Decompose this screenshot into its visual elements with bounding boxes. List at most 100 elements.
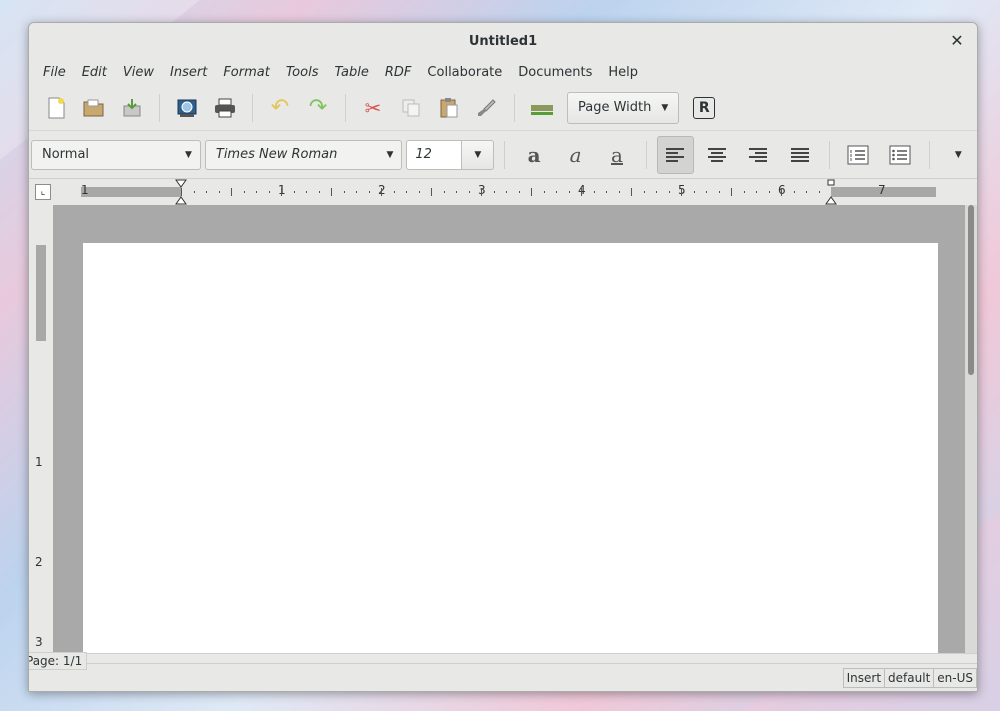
new-button[interactable] xyxy=(39,91,73,125)
menu-file[interactable]: File xyxy=(35,62,74,83)
document-page[interactable] xyxy=(83,243,938,653)
ruler-tick xyxy=(218,191,220,193)
ruler-tick xyxy=(368,191,370,193)
menu-tools[interactable]: Tools xyxy=(278,62,327,83)
align-center-button[interactable] xyxy=(698,136,735,174)
toolbar-overflow-button[interactable]: ▼ xyxy=(940,136,977,174)
ruler-tick xyxy=(581,188,582,196)
style-value: Normal xyxy=(42,147,90,162)
horizontal-ruler-row: ⌞ 1 1 2 3 4 5 6 7 xyxy=(29,179,977,205)
vertical-scrollbar[interactable] xyxy=(965,205,977,653)
ruler-tick xyxy=(593,191,595,193)
numbered-list-button[interactable] xyxy=(840,136,877,174)
zoom-value: Page Width xyxy=(578,100,652,115)
right-indent-marker[interactable] xyxy=(825,179,837,205)
format-painter-button[interactable] xyxy=(470,91,504,125)
font-size-select[interactable]: 12 ▼ xyxy=(406,139,495,170)
ruler-tick xyxy=(231,188,232,196)
format-toolbar: Normal ▼ Times New Roman ▼ 12 ▼ a a a ▼ xyxy=(29,131,977,179)
language-status: en-US xyxy=(933,668,977,688)
ruler-tick xyxy=(306,191,307,193)
horizontal-scrollbar[interactable] xyxy=(29,653,977,663)
ruler-tick xyxy=(293,191,295,193)
save-icon xyxy=(123,98,141,116)
copy-button[interactable] xyxy=(394,91,428,125)
ruler-tick xyxy=(456,191,457,193)
ruler-tick xyxy=(756,191,757,193)
scrollbar-thumb[interactable] xyxy=(968,205,974,375)
underline-button[interactable]: a xyxy=(598,136,635,174)
font-size-input[interactable]: 12 xyxy=(406,139,463,170)
tab-stop-selector[interactable]: ⌞ xyxy=(35,184,51,200)
ruler-tick xyxy=(481,188,482,196)
ruler-tick xyxy=(493,191,495,193)
vertical-ruler[interactable]: 1 2 3 xyxy=(29,205,53,653)
ruler-tick xyxy=(393,191,395,193)
ruler-label: 7 xyxy=(878,183,886,197)
copy-icon xyxy=(402,99,420,116)
ruler-tick xyxy=(193,191,195,193)
align-right-button[interactable] xyxy=(740,136,777,174)
rdf-icon[interactable]: R xyxy=(693,96,716,119)
ruler-tick xyxy=(693,191,695,193)
align-right-icon xyxy=(749,147,768,162)
ruler-tick xyxy=(743,191,745,193)
menu-rdf[interactable]: RDF xyxy=(377,62,420,83)
close-button[interactable]: ✕ xyxy=(947,31,967,51)
document-workspace xyxy=(29,205,977,653)
horizontal-ruler[interactable]: 1 1 2 3 4 5 6 7 xyxy=(81,179,939,205)
menu-help[interactable]: Help xyxy=(600,62,646,83)
toolbar-separator xyxy=(345,93,346,122)
menubar: File Edit View Insert Format Tools Table… xyxy=(29,59,977,85)
ruler-tick xyxy=(506,191,507,193)
main-toolbar: ↶ ↷ ✂ Page Width ▼ R xyxy=(29,85,977,131)
print-preview-button[interactable] xyxy=(170,91,204,125)
ruler-tick xyxy=(406,191,407,193)
cut-button[interactable]: ✂ xyxy=(356,91,390,125)
ruler-tick xyxy=(668,191,670,193)
redo-icon: ↷ xyxy=(308,95,328,120)
ruler-tick xyxy=(281,188,282,196)
ruler-tick xyxy=(381,188,382,196)
menu-table[interactable]: Table xyxy=(326,62,376,83)
ruler-tick xyxy=(731,188,732,196)
undo-button[interactable]: ↶ xyxy=(263,91,297,125)
bulleted-list-button[interactable] xyxy=(881,136,918,174)
menu-collaborate[interactable]: Collaborate xyxy=(419,62,510,83)
open-button[interactable] xyxy=(77,91,111,125)
font-select[interactable]: Times New Roman ▼ xyxy=(204,139,403,170)
ruler-label: 1 xyxy=(81,183,89,197)
menu-edit[interactable]: Edit xyxy=(74,62,115,83)
align-center-icon xyxy=(707,147,726,162)
spellcheck-button[interactable] xyxy=(525,91,559,125)
printer-icon xyxy=(215,98,235,117)
style-select[interactable]: Normal ▼ xyxy=(31,139,201,170)
ruler-top-margin xyxy=(36,245,46,341)
menu-format[interactable]: Format xyxy=(215,62,278,83)
justify-button[interactable] xyxy=(781,136,818,174)
ruler-tick xyxy=(318,191,320,193)
ruler-tick xyxy=(268,191,270,193)
ruler-left-margin xyxy=(81,187,181,197)
align-left-icon xyxy=(666,147,685,162)
ruler-tick xyxy=(431,188,432,196)
ruler-label: 1 xyxy=(35,455,43,469)
redo-button[interactable]: ↷ xyxy=(301,91,335,125)
align-left-button[interactable] xyxy=(656,135,695,174)
save-button[interactable] xyxy=(115,91,149,125)
italic-button[interactable]: a xyxy=(557,136,594,174)
menu-insert[interactable]: Insert xyxy=(162,62,215,83)
zoom-select[interactable]: Page Width ▼ xyxy=(567,91,680,124)
ruler-tick xyxy=(418,191,420,193)
font-size-dropdown[interactable]: ▼ xyxy=(462,139,495,170)
ruler-tick xyxy=(818,191,820,193)
chevron-down-icon: ▼ xyxy=(386,149,394,160)
ruler-label: 3 xyxy=(35,635,43,649)
ruler-tick xyxy=(243,191,245,193)
paste-button[interactable] xyxy=(432,91,466,125)
bold-button[interactable]: a xyxy=(515,136,552,174)
chevron-down-icon: ▼ xyxy=(184,149,192,160)
menu-documents[interactable]: Documents xyxy=(510,62,600,83)
menu-view[interactable]: View xyxy=(115,62,162,83)
print-button[interactable] xyxy=(208,91,242,125)
